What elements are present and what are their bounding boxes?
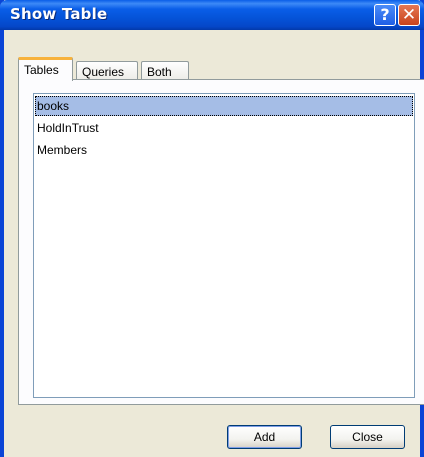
list-item-members[interactable]: Members [35,140,413,160]
tab-tables[interactable]: Tables [18,57,73,81]
tab-panel: books HoldInTrust Members [18,79,424,405]
close-button[interactable]: Close [330,425,405,449]
add-button[interactable]: Add [227,425,302,449]
title-bar[interactable]: Show Table ? ✕ [0,0,424,30]
tab-queries[interactable]: Queries [76,61,138,81]
list-item-holdintrust[interactable]: HoldInTrust [35,118,413,138]
help-button[interactable]: ? [374,4,396,26]
show-table-dialog: Show Table ? ✕ Tables Queries Both books… [0,0,424,457]
table-listbox[interactable]: books HoldInTrust Members [33,93,415,398]
tab-both[interactable]: Both [141,61,189,81]
window-close-button[interactable]: ✕ [398,4,420,26]
dialog-title: Show Table [10,5,108,23]
help-icon: ? [380,5,390,24]
list-item-books[interactable]: books [35,96,413,116]
close-icon: ✕ [401,4,417,25]
